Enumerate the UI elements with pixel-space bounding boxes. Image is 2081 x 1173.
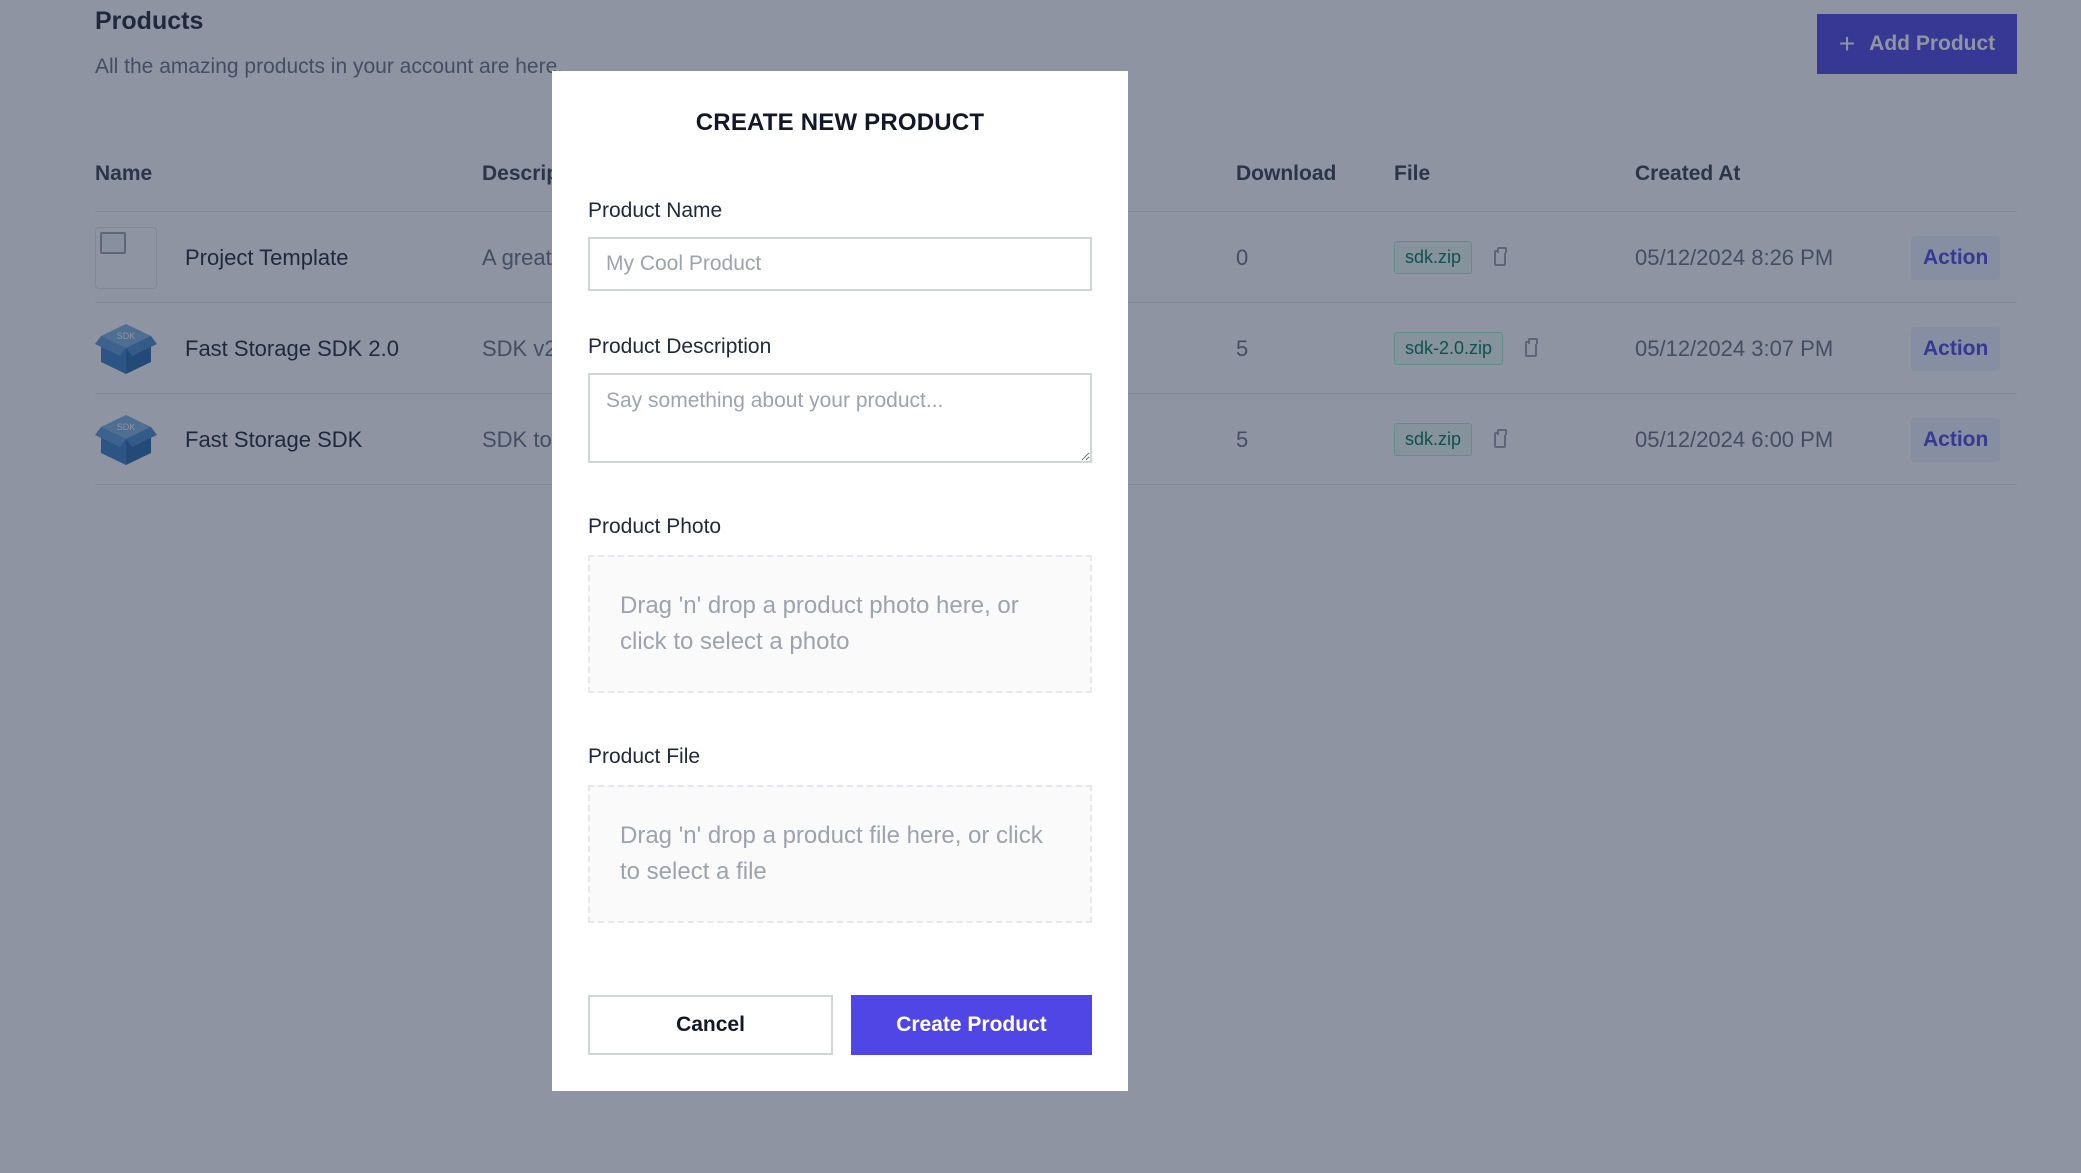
product-photo-label: Product Photo xyxy=(588,515,722,538)
product-name-label: Product Name xyxy=(588,199,723,222)
file-dropzone-text: Drag 'n' drop a product file here, or cl… xyxy=(620,822,1043,885)
product-file-label: Product File xyxy=(588,745,701,768)
create-product-modal: CREATE NEW PRODUCT Product Name Product … xyxy=(552,71,1128,1091)
modal-actions: Cancel Create Product xyxy=(588,995,1092,1055)
product-description-label: Product Description xyxy=(588,335,772,358)
create-product-button[interactable]: Create Product xyxy=(851,995,1092,1055)
cancel-button[interactable]: Cancel xyxy=(588,995,833,1055)
product-name-input[interactable] xyxy=(588,237,1092,291)
photo-dropzone-text: Drag 'n' drop a product photo here, or c… xyxy=(620,592,1019,655)
product-photo-dropzone[interactable]: Drag 'n' drop a product photo here, or c… xyxy=(588,555,1092,693)
product-description-textarea[interactable] xyxy=(588,373,1092,463)
modal-title: CREATE NEW PRODUCT xyxy=(695,109,985,136)
product-file-dropzone[interactable]: Drag 'n' drop a product file here, or cl… xyxy=(588,785,1092,923)
